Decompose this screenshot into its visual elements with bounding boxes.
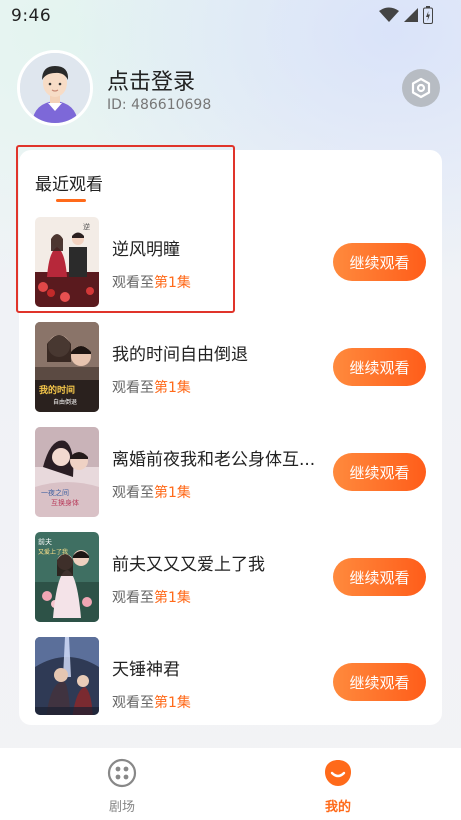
- svg-text:一夜之间: 一夜之间: [41, 488, 69, 497]
- svg-text:自由倒退: 自由倒退: [53, 398, 77, 406]
- progress-prefix: 观看至: [112, 695, 154, 711]
- wifi-icon: [379, 7, 399, 22]
- drama-poster[interactable]: 我的时间 自由倒退: [35, 322, 99, 412]
- continue-watching-button[interactable]: 继续观看: [333, 348, 426, 386]
- drama-title[interactable]: 前夫又又又爱上了我: [112, 550, 327, 575]
- list-item[interactable]: 前夫 又爱上了我 前夫又又又爱上了我 观看至第1集 继续观看: [35, 532, 430, 624]
- highlight-annotation-box: [16, 145, 235, 313]
- settings-hex-icon: [411, 77, 431, 99]
- tab-mine[interactable]: 我的: [298, 758, 378, 815]
- drama-poster[interactable]: 一夜之间 互换身体: [35, 427, 99, 517]
- avatar[interactable]: [17, 50, 93, 126]
- signal-icon: [404, 8, 418, 22]
- list-item[interactable]: 我的时间 自由倒退 我的时间自由倒退 观看至第1集 继续观看: [35, 322, 430, 414]
- status-bar: 9:46: [0, 0, 461, 34]
- tab-mine-label: 我的: [324, 800, 351, 815]
- settings-button[interactable]: [402, 69, 440, 107]
- status-time: 9:46: [11, 6, 52, 26]
- drama-poster[interactable]: 前夫 又爱上了我: [35, 532, 99, 622]
- episode-label: 第1集: [154, 380, 191, 396]
- episode-label: 第1集: [154, 590, 191, 606]
- drama-title[interactable]: 天锤神君: [112, 655, 327, 680]
- episode-label: 第1集: [154, 485, 191, 501]
- watch-progress: 观看至第1集: [112, 587, 191, 607]
- drama-poster[interactable]: [35, 637, 99, 715]
- continue-watching-button[interactable]: 继续观看: [333, 243, 426, 281]
- drama-title[interactable]: 我的时间自由倒退: [112, 340, 327, 365]
- progress-prefix: 观看至: [112, 380, 154, 396]
- continue-watching-button[interactable]: 继续观看: [333, 558, 426, 596]
- tab-theater[interactable]: 剧场: [82, 758, 162, 815]
- drama-title[interactable]: 离婚前夜我和老公身体互...: [112, 445, 327, 470]
- episode-label: 第1集: [154, 695, 191, 711]
- watch-progress: 观看至第1集: [112, 482, 191, 502]
- continue-watching-button[interactable]: 继续观看: [333, 663, 426, 701]
- battery-charging-icon: [423, 6, 433, 24]
- watch-progress: 观看至第1集: [112, 377, 191, 397]
- svg-text:互换身体: 互换身体: [51, 498, 79, 507]
- user-id: ID: 486610698: [107, 97, 212, 113]
- bottom-tab-bar: 剧场 我的: [0, 748, 461, 820]
- status-icons: [379, 6, 433, 24]
- svg-text:我的时间: 我的时间: [39, 384, 75, 396]
- progress-prefix: 观看至: [112, 590, 154, 606]
- svg-text:前夫: 前夫: [38, 537, 52, 546]
- svg-text:又爱上了我: 又爱上了我: [38, 548, 68, 556]
- list-item[interactable]: 天锤神君 观看至第1集 继续观看: [35, 637, 430, 729]
- theater-icon: [107, 758, 137, 788]
- tab-theater-label: 剧场: [108, 800, 135, 815]
- login-prompt[interactable]: 点击登录: [107, 64, 195, 96]
- watch-progress: 观看至第1集: [112, 692, 191, 712]
- progress-prefix: 观看至: [112, 485, 154, 501]
- continue-watching-button[interactable]: 继续观看: [333, 453, 426, 491]
- list-item[interactable]: 一夜之间 互换身体 离婚前夜我和老公身体互... 观看至第1集 继续观看: [35, 427, 430, 519]
- mine-icon: [325, 760, 351, 786]
